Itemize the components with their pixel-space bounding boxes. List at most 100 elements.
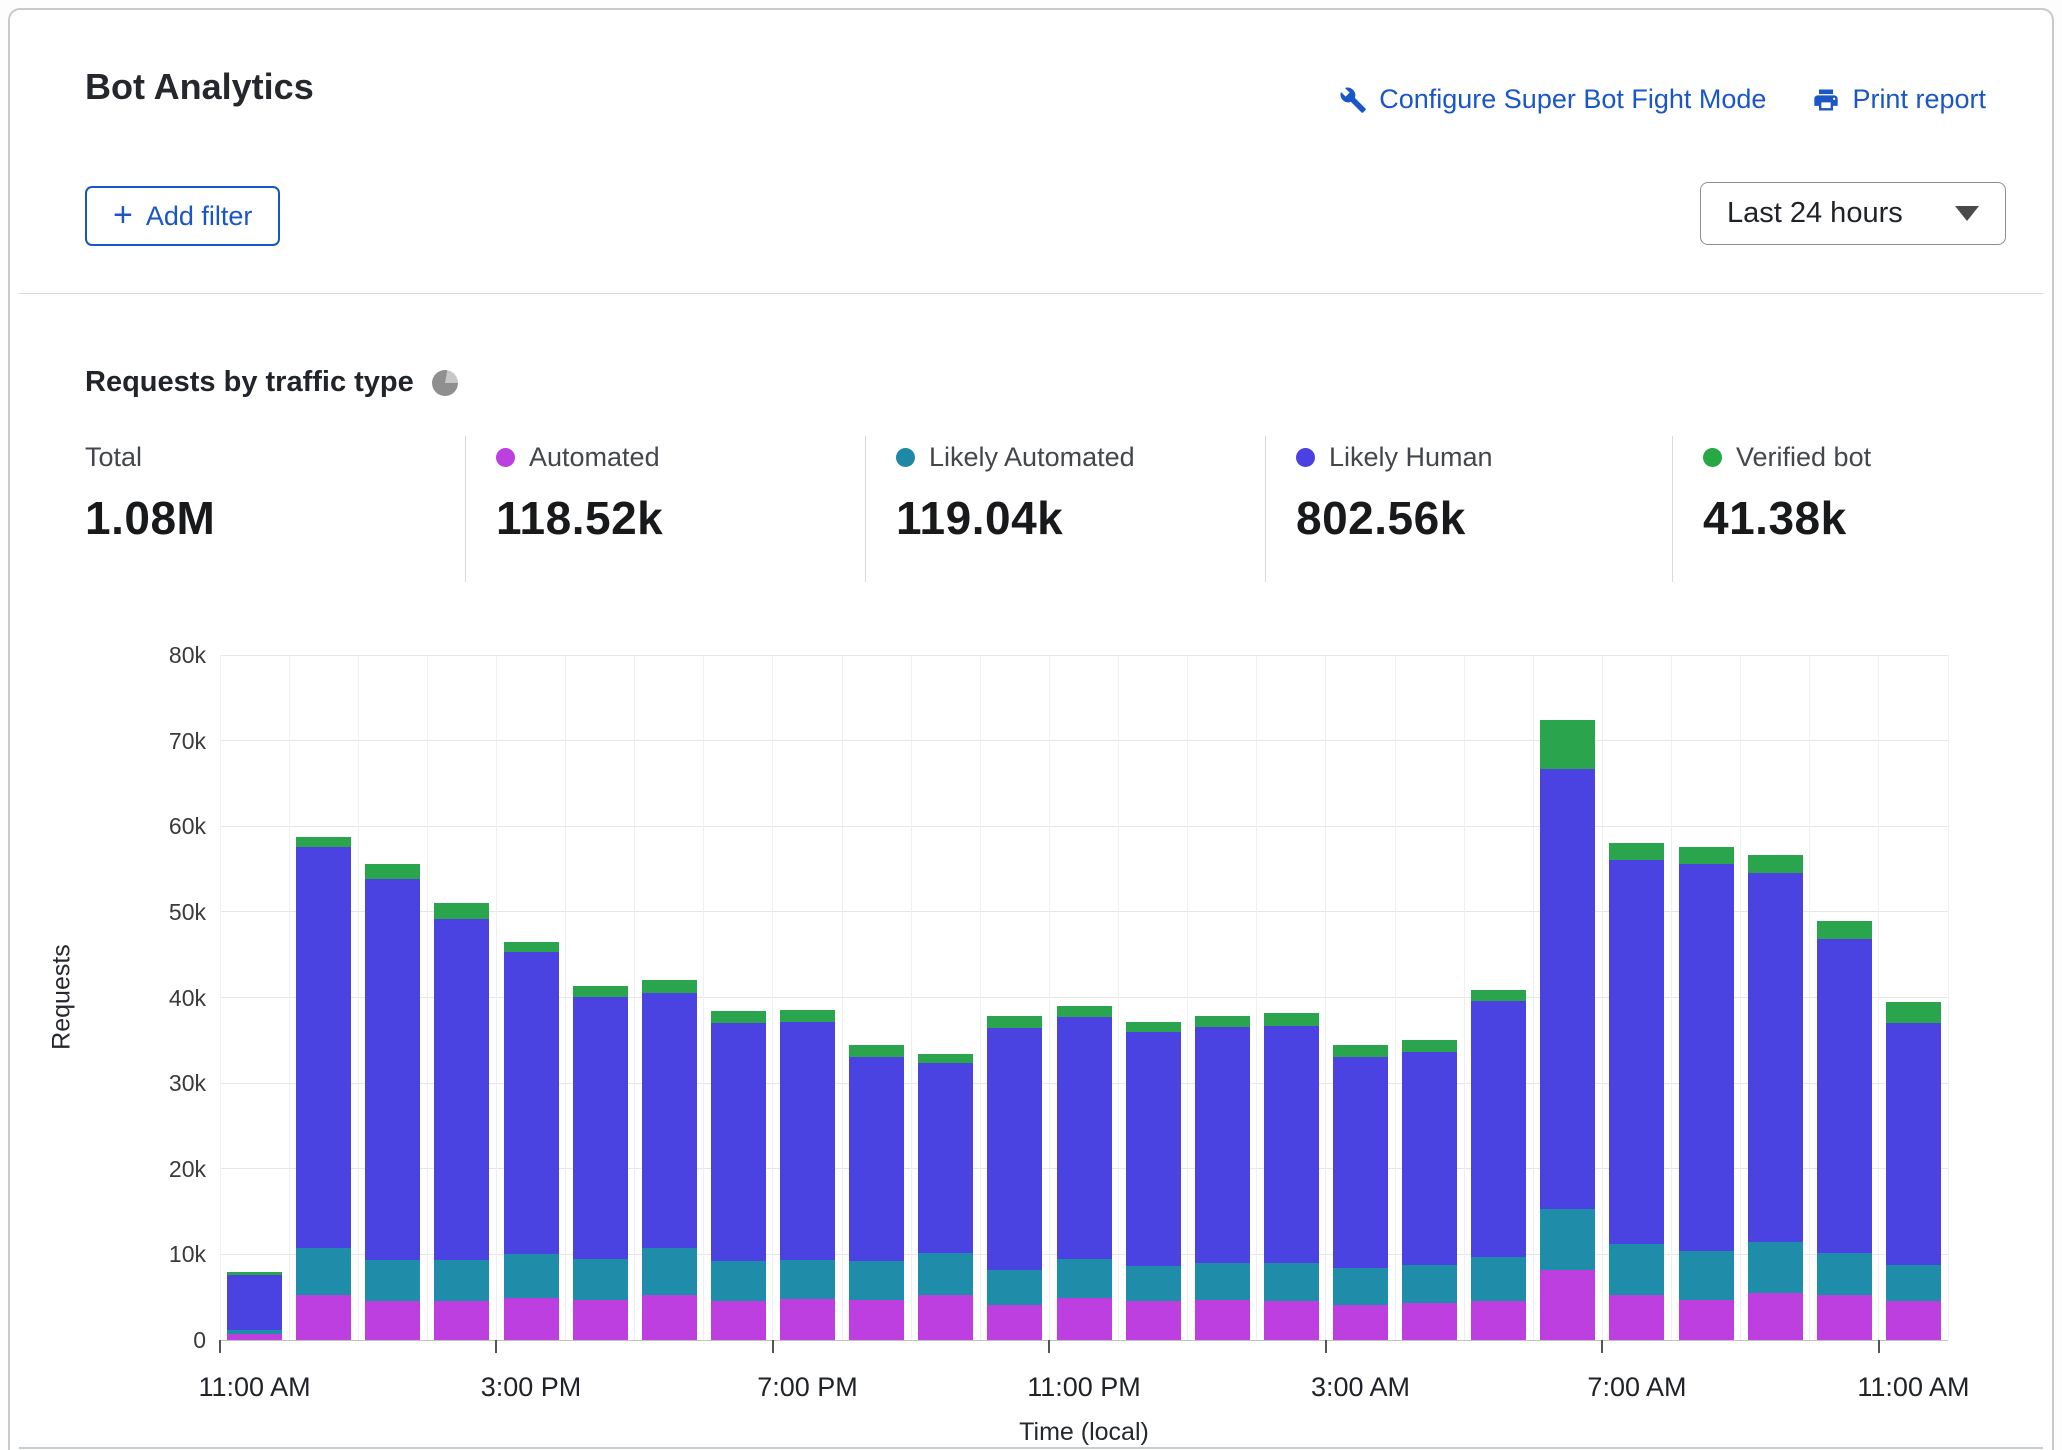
print-report-link[interactable]: Print report (1812, 84, 1986, 115)
bar-segment-likely-human (780, 1022, 835, 1260)
likely-human-legend-dot (1296, 448, 1315, 467)
bar-segment-likely-automated (1817, 1253, 1872, 1296)
bar-segment-likely-automated (1195, 1263, 1250, 1300)
bar-12-00-am[interactable] (1126, 1022, 1181, 1340)
bar-6-00-pm[interactable] (711, 1011, 766, 1340)
gridline (1878, 655, 1879, 1340)
bar-segment-likely-automated (1540, 1209, 1595, 1270)
bar-segment-automated (642, 1295, 697, 1340)
x-tick-label: 11:00 AM (199, 1372, 311, 1403)
bar-5-00-am[interactable] (1471, 990, 1526, 1340)
x-tick (1878, 1340, 1880, 1353)
bar-segment-likely-automated (849, 1261, 904, 1300)
requests-by-traffic-type-chart (220, 655, 1948, 1340)
bar-segment-likely-human (1540, 769, 1595, 1209)
bar-11-00-am[interactable] (227, 1272, 282, 1340)
y-tick-label: 40k (66, 984, 206, 1012)
bar-2-00-am[interactable] (1264, 1013, 1319, 1340)
bar-10-00-pm[interactable] (987, 1016, 1042, 1340)
bar-segment-verified-bot (1471, 990, 1526, 1001)
bar-segment-verified-bot (1402, 1040, 1457, 1052)
gridline (289, 655, 290, 1340)
bar-9-00-am[interactable] (1748, 855, 1803, 1340)
bar-segment-verified-bot (1126, 1022, 1181, 1032)
bar-9-00-pm[interactable] (918, 1054, 973, 1340)
bar-segment-likely-human (987, 1028, 1042, 1270)
bar-8-00-am[interactable] (1679, 847, 1734, 1340)
bar-segment-automated (573, 1300, 628, 1340)
bar-8-00-pm[interactable] (849, 1045, 904, 1340)
wrench-icon (1339, 86, 1367, 114)
bar-11-00-am[interactable] (1886, 1002, 1941, 1340)
bar-segment-automated (1471, 1301, 1526, 1340)
bar-segment-automated (918, 1295, 973, 1340)
x-axis-title: Time (local) (1019, 1418, 1149, 1447)
gridline (220, 740, 1948, 741)
chevron-down-icon (1955, 206, 1979, 221)
bar-segment-verified-bot (1817, 921, 1872, 939)
bar-1-00-am[interactable] (1195, 1016, 1250, 1340)
bar-segment-verified-bot (1195, 1016, 1250, 1026)
bar-segment-automated (1126, 1301, 1181, 1340)
x-tick-label: 3:00 AM (1311, 1372, 1410, 1403)
time-range-select[interactable]: Last 24 hours (1700, 182, 2006, 245)
x-tick-label: 11:00 PM (1027, 1372, 1141, 1403)
bar-segment-verified-bot (573, 986, 628, 997)
bar-3-00-am[interactable] (1333, 1045, 1388, 1340)
bar-11-00-pm[interactable] (1057, 1006, 1112, 1340)
gridline (427, 655, 428, 1340)
bar-4-00-pm[interactable] (573, 986, 628, 1340)
bar-segment-likely-automated (1471, 1257, 1526, 1301)
bar-segment-verified-bot (1679, 847, 1734, 864)
bar-segment-automated (1264, 1301, 1319, 1340)
bar-4-00-am[interactable] (1402, 1040, 1457, 1340)
stats-row: Total 1.08M Automated 118.52k Likely Aut… (85, 436, 1986, 582)
bar-2-00-pm[interactable] (434, 903, 489, 1340)
bar-10-00-am[interactable] (1817, 921, 1872, 1340)
bar-segment-likely-human (296, 847, 351, 1249)
bar-segment-automated (1333, 1305, 1388, 1340)
gridline (1118, 655, 1119, 1340)
bar-12-00-pm[interactable] (296, 837, 351, 1340)
stat-likely-automated-label: Likely Automated (929, 442, 1135, 473)
y-tick-label: 0 (66, 1326, 206, 1354)
bar-segment-verified-bot (1333, 1045, 1388, 1057)
bar-segment-likely-human (1333, 1057, 1388, 1268)
gridline (842, 655, 843, 1340)
bar-segment-verified-bot (504, 942, 559, 952)
y-tick-label: 60k (66, 812, 206, 840)
bar-segment-automated (780, 1299, 835, 1340)
configure-super-bot-fight-mode-link[interactable]: Configure Super Bot Fight Mode (1339, 84, 1766, 115)
bar-segment-likely-automated (296, 1248, 351, 1295)
bar-1-00-pm[interactable] (365, 864, 420, 1340)
bar-segment-automated (1748, 1293, 1803, 1340)
bar-segment-likely-automated (1126, 1266, 1181, 1301)
bar-segment-likely-human (849, 1057, 904, 1261)
bar-7-00-am[interactable] (1609, 843, 1664, 1340)
bar-segment-automated (849, 1300, 904, 1340)
bar-segment-automated (1402, 1303, 1457, 1340)
add-filter-button[interactable]: + Add filter (85, 186, 280, 246)
bar-segment-verified-bot (780, 1010, 835, 1022)
bar-segment-likely-automated (1402, 1265, 1457, 1304)
bar-5-00-pm[interactable] (642, 980, 697, 1340)
stat-likely-automated: Likely Automated 119.04k (865, 436, 1265, 582)
bar-6-00-am[interactable] (1540, 720, 1595, 1340)
automated-legend-dot (496, 448, 515, 467)
bar-segment-verified-bot (1748, 855, 1803, 873)
bar-segment-verified-bot (1609, 843, 1664, 860)
bar-segment-likely-automated (642, 1248, 697, 1296)
bar-segment-likely-human (1057, 1017, 1112, 1259)
bar-segment-automated (434, 1301, 489, 1340)
gridline (634, 655, 635, 1340)
gridline (496, 655, 497, 1340)
bar-segment-likely-automated (365, 1260, 420, 1301)
bar-segment-likely-automated (780, 1260, 835, 1299)
bar-segment-verified-bot (1057, 1006, 1112, 1016)
header-divider (19, 293, 2043, 294)
bar-3-00-pm[interactable] (504, 942, 559, 1340)
bar-segment-automated (1609, 1295, 1664, 1340)
bar-7-00-pm[interactable] (780, 1010, 835, 1340)
gridline (980, 655, 981, 1340)
bar-segment-likely-human (1264, 1026, 1319, 1263)
